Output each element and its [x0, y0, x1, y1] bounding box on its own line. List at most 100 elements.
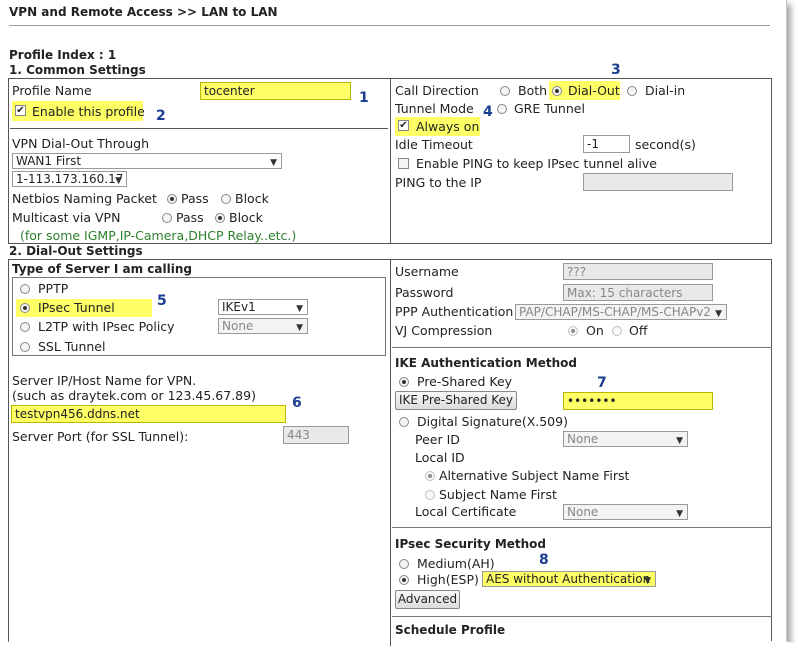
- check-icon: ✔: [399, 120, 408, 131]
- multicast-note: (for some IGMP,IP-Camera,DHCP Relay..etc…: [20, 228, 297, 243]
- l2tp-label: L2TP with IPsec Policy: [38, 319, 175, 334]
- common-settings-divider: [390, 78, 391, 244]
- ping-ip-input[interactable]: [583, 173, 733, 191]
- idle-timeout-label: Idle Timeout: [395, 137, 473, 152]
- l2tp-policy-value: None: [222, 319, 254, 333]
- vj-off-radio[interactable]: [612, 326, 622, 336]
- digital-signature-label: Digital Signature(X.509): [417, 414, 568, 429]
- call-both-label: Both: [518, 83, 548, 98]
- callout-6: 6: [292, 395, 302, 411]
- pre-shared-key-radio[interactable]: [399, 377, 409, 387]
- advanced-button[interactable]: Advanced: [395, 590, 460, 609]
- subject-name-label: Subject Name First: [439, 487, 557, 502]
- server-type-label: Type of Server I am calling: [12, 262, 192, 276]
- callout-1: 1: [359, 90, 369, 106]
- common-settings-heading: 1. Common Settings: [9, 63, 146, 77]
- always-on-checkbox[interactable]: ✔: [398, 120, 409, 131]
- multicast-block-radio[interactable]: [215, 213, 225, 223]
- multicast-label: Multicast via VPN: [12, 210, 121, 225]
- dial-out-divider: [390, 259, 391, 650]
- netbios-block-radio[interactable]: [221, 194, 231, 204]
- peer-id-select[interactable]: None ▼: [563, 431, 688, 447]
- pre-shared-key-input[interactable]: •••••••: [563, 392, 713, 410]
- chevron-down-icon: ▼: [644, 576, 651, 586]
- ssl-tunnel-label: SSL Tunnel: [38, 339, 106, 354]
- always-on-label: Always on: [416, 119, 480, 134]
- alt-subject-label: Alternative Subject Name First: [439, 468, 630, 483]
- callout-7: 7: [597, 375, 607, 391]
- call-both-radio[interactable]: [500, 86, 510, 96]
- vj-compression-label: VJ Compression: [395, 323, 493, 338]
- ppp-auth-label: PPP Authentication: [395, 304, 514, 319]
- ssl-tunnel-radio[interactable]: [20, 342, 30, 352]
- vj-on-radio[interactable]: [568, 326, 578, 336]
- ppp-auth-select[interactable]: PAP/CHAP/MS-CHAP/MS-CHAPv2 ▼: [515, 304, 727, 320]
- subject-name-radio[interactable]: [425, 490, 435, 500]
- call-dial-in-label: Dial-in: [645, 83, 686, 98]
- wan-select-value: WAN1 First: [16, 154, 82, 168]
- schedule-divider: [392, 616, 772, 617]
- profile-name-input[interactable]: tocenter: [200, 82, 351, 100]
- ike-version-value: IKEv1: [222, 300, 256, 314]
- server-port-input[interactable]: 443: [283, 426, 349, 444]
- idle-timeout-unit: second(s): [635, 137, 696, 152]
- netbios-label: Netbios Naming Packet: [12, 191, 157, 206]
- enable-profile-checkbox[interactable]: ✔: [15, 105, 26, 116]
- ppp-auth-value: PAP/CHAP/MS-CHAP/MS-CHAPv2: [519, 305, 711, 319]
- idle-timeout-input[interactable]: -1: [583, 135, 630, 153]
- call-dial-in-radio[interactable]: [627, 86, 637, 96]
- gre-tunnel-radio[interactable]: [497, 104, 507, 114]
- vj-off-label: Off: [629, 323, 648, 338]
- ip-select[interactable]: 1-113.173.160.17 ▼: [12, 171, 127, 187]
- chevron-down-icon: ▼: [115, 176, 122, 186]
- ipsec-tunnel-radio[interactable]: [20, 303, 30, 313]
- left-divider: [10, 128, 388, 129]
- ping-ip-label: PING to the IP: [395, 175, 482, 190]
- enable-ping-checkbox[interactable]: [398, 158, 409, 169]
- callout-2: 2: [156, 108, 166, 124]
- dial-out-through-label: VPN Dial-Out Through: [12, 136, 149, 151]
- page-title: VPN and Remote Access >> LAN to LAN: [9, 5, 278, 19]
- pptp-label: PPTP: [38, 281, 69, 296]
- esp-method-select[interactable]: AES without Authentication ▼: [482, 571, 656, 587]
- gre-tunnel-label: GRE Tunnel: [514, 101, 585, 116]
- server-ip-input[interactable]: testvpn456.ddns.net: [11, 405, 286, 423]
- multicast-pass-radio[interactable]: [162, 213, 172, 223]
- server-port-label: Server Port (for SSL Tunnel):: [12, 429, 189, 444]
- chevron-down-icon: ▼: [296, 323, 303, 333]
- wan-select[interactable]: WAN1 First ▼: [12, 153, 282, 169]
- chevron-down-icon: ▼: [715, 309, 722, 319]
- callout-3: 3: [611, 62, 621, 78]
- digital-signature-radio[interactable]: [399, 417, 409, 427]
- ike-pre-shared-key-button[interactable]: IKE Pre-Shared Key: [395, 391, 517, 410]
- local-id-label: Local ID: [415, 450, 465, 465]
- local-cert-label: Local Certificate: [415, 504, 517, 519]
- high-esp-radio[interactable]: [399, 575, 409, 585]
- netbios-pass-radio[interactable]: [167, 194, 177, 204]
- medium-ah-label: Medium(AH): [417, 556, 495, 571]
- password-input[interactable]: Max: 15 characters: [563, 284, 713, 301]
- chevron-down-icon: ▼: [270, 158, 277, 168]
- check-icon: ✔: [16, 105, 25, 116]
- peer-id-value: None: [567, 432, 599, 446]
- ike-divider: [392, 347, 772, 348]
- l2tp-radio[interactable]: [20, 322, 30, 332]
- ike-version-select[interactable]: IKEv1 ▼: [218, 299, 308, 315]
- tunnel-mode-label: Tunnel Mode: [395, 101, 474, 116]
- username-input[interactable]: ???: [563, 263, 713, 280]
- enable-profile-label: Enable this profile: [32, 104, 145, 119]
- pptp-radio[interactable]: [20, 284, 30, 294]
- multicast-pass-label: Pass: [176, 210, 204, 225]
- l2tp-policy-select[interactable]: None ▼: [218, 318, 308, 334]
- password-label: Password: [395, 285, 454, 300]
- local-cert-value: None: [567, 505, 599, 519]
- callout-5: 5: [157, 293, 167, 309]
- ipsec-tunnel-label: IPsec Tunnel: [38, 300, 115, 315]
- chevron-down-icon: ▼: [676, 509, 683, 519]
- profile-index: Profile Index : 1: [9, 48, 117, 62]
- call-dial-out-radio[interactable]: [552, 86, 562, 96]
- ipsec-heading: IPsec Security Method: [395, 537, 547, 551]
- medium-ah-radio[interactable]: [399, 559, 409, 569]
- local-cert-select[interactable]: None ▼: [563, 504, 688, 520]
- alt-subject-radio[interactable]: [425, 471, 435, 481]
